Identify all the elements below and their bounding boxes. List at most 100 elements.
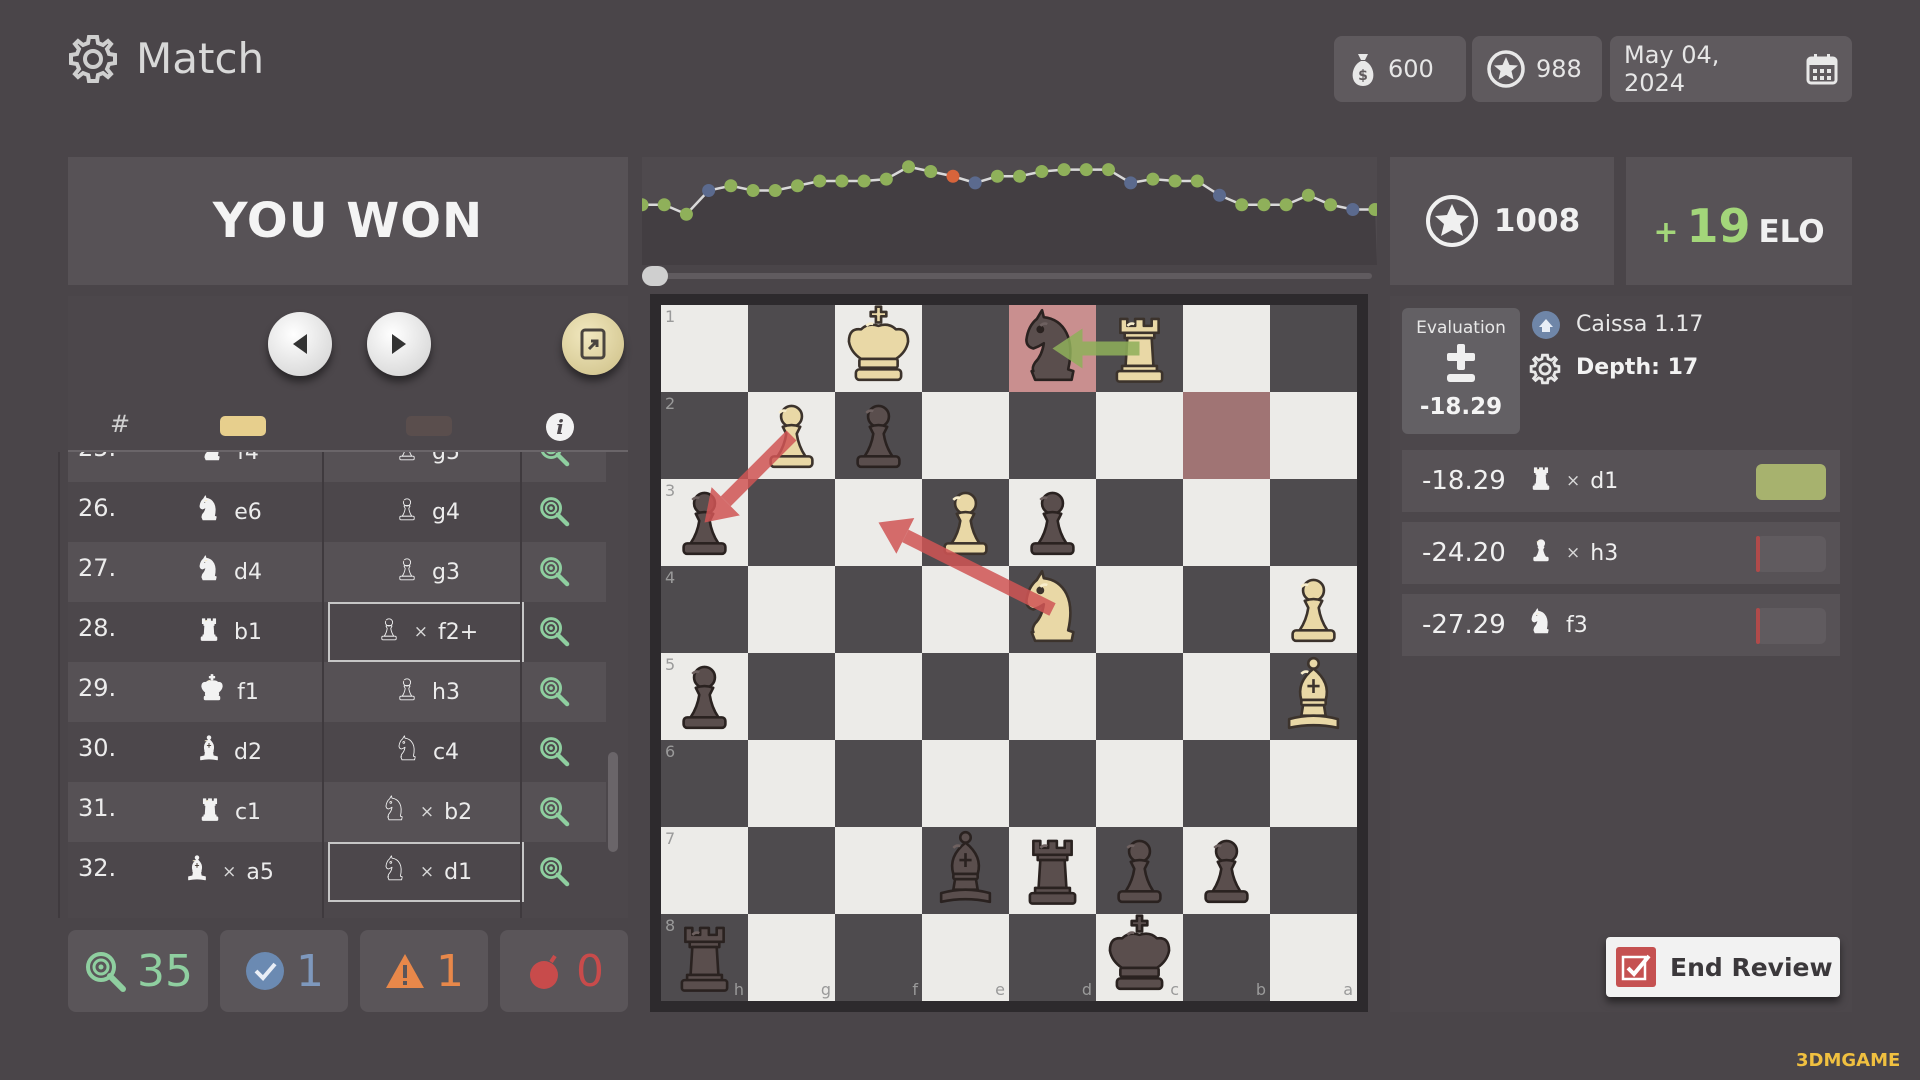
square-h1[interactable]: 1 <box>661 305 748 392</box>
square-f6[interactable] <box>835 740 922 827</box>
white-move-cell[interactable]: × a5 <box>128 842 328 902</box>
analyze-move-icon[interactable] <box>538 615 570 651</box>
black-rook-piece[interactable] <box>1009 827 1096 914</box>
move-row[interactable]: 31. c1 × b2 <box>68 782 606 842</box>
black-move-cell[interactable]: g4 <box>328 482 524 542</box>
square-c4[interactable] <box>1096 566 1183 653</box>
square-g5[interactable] <box>748 653 835 740</box>
white-move-cell[interactable]: d2 <box>128 722 328 782</box>
move-row[interactable]: 30. d2 c4 <box>68 722 606 782</box>
square-h8[interactable]: 8h <box>661 914 748 1001</box>
move-row[interactable]: 26. e6 g4 <box>68 482 606 542</box>
engine-line[interactable]: -18.29 × d1 <box>1402 450 1840 512</box>
square-b1[interactable] <box>1183 305 1270 392</box>
white-move-cell[interactable]: c1 <box>128 782 328 842</box>
square-h4[interactable]: 4 <box>661 566 748 653</box>
square-d8[interactable]: d <box>1009 914 1096 1001</box>
square-e4[interactable] <box>922 566 1009 653</box>
move-slider-track[interactable] <box>642 273 1372 279</box>
square-e5[interactable] <box>922 653 1009 740</box>
info-icon[interactable]: i <box>546 413 574 441</box>
evaluation-graph[interactable] <box>635 157 1382 265</box>
square-c6[interactable] <box>1096 740 1183 827</box>
square-b2[interactable] <box>1183 392 1270 479</box>
square-f7[interactable] <box>835 827 922 914</box>
black-move-cell[interactable]: × f2+ <box>328 602 524 662</box>
square-f8[interactable]: f <box>835 914 922 1001</box>
white-move-cell[interactable]: d4 <box>128 542 328 602</box>
white-knight-piece[interactable] <box>1009 566 1096 653</box>
square-d2[interactable] <box>1009 392 1096 479</box>
square-h2[interactable]: 2 <box>661 392 748 479</box>
square-a2[interactable] <box>1270 392 1357 479</box>
square-e2[interactable] <box>922 392 1009 479</box>
white-pawn-piece[interactable] <box>1270 566 1357 653</box>
square-e7[interactable] <box>922 827 1009 914</box>
square-b3[interactable] <box>1183 479 1270 566</box>
square-d6[interactable] <box>1009 740 1096 827</box>
square-b8[interactable]: b <box>1183 914 1270 1001</box>
square-c2[interactable] <box>1096 392 1183 479</box>
move-row[interactable]: 32. × a5 × d1 <box>68 842 606 902</box>
square-c5[interactable] <box>1096 653 1183 740</box>
square-c1[interactable] <box>1096 305 1183 392</box>
square-h6[interactable]: 6 <box>661 740 748 827</box>
move-list[interactable]: 25. f4 g5 26. e6 g4 27. d4 g3 28. b1 × f2+ 29. f1 h3 30.… <box>68 452 606 917</box>
analyze-move-icon[interactable] <box>538 795 570 831</box>
square-e3[interactable] <box>922 479 1009 566</box>
square-g4[interactable] <box>748 566 835 653</box>
white-move-cell[interactable]: f4 <box>128 452 328 482</box>
square-f5[interactable] <box>835 653 922 740</box>
white-move-cell[interactable]: b1 <box>128 602 328 662</box>
black-knight-piece[interactable] <box>1009 305 1096 392</box>
analyze-move-icon[interactable] <box>538 555 570 591</box>
analyze-move-icon[interactable] <box>538 735 570 771</box>
square-c7[interactable] <box>1096 827 1183 914</box>
black-pawn-piece[interactable] <box>1183 827 1270 914</box>
black-move-cell[interactable]: g3 <box>328 542 524 602</box>
analyze-move-icon[interactable] <box>538 495 570 531</box>
square-f4[interactable] <box>835 566 922 653</box>
white-pawn-piece[interactable] <box>748 392 835 479</box>
square-g7[interactable] <box>748 827 835 914</box>
end-review-button[interactable]: End Review <box>1606 937 1840 997</box>
export-pgn-button[interactable] <box>562 313 624 375</box>
move-slider-thumb[interactable] <box>642 266 668 286</box>
move-row[interactable]: 25. f4 g5 <box>68 452 606 482</box>
analyze-move-icon[interactable] <box>538 452 570 471</box>
black-move-cell[interactable]: × b2 <box>328 782 524 842</box>
square-f2[interactable] <box>835 392 922 479</box>
previous-move-button[interactable] <box>268 312 332 376</box>
square-f3[interactable] <box>835 479 922 566</box>
square-g6[interactable] <box>748 740 835 827</box>
engine-line[interactable]: -24.20 × h3 <box>1402 522 1840 584</box>
white-bishop-piece[interactable] <box>1270 653 1357 740</box>
square-a4[interactable] <box>1270 566 1357 653</box>
white-king-piece[interactable] <box>835 305 922 392</box>
square-a1[interactable] <box>1270 305 1357 392</box>
black-king-piece[interactable] <box>1096 914 1183 1001</box>
white-rook-piece[interactable] <box>1096 305 1183 392</box>
black-pawn-piece[interactable] <box>1009 479 1096 566</box>
black-move-cell[interactable]: × d1 <box>328 842 524 902</box>
square-d5[interactable] <box>1009 653 1096 740</box>
analyze-move-icon[interactable] <box>538 675 570 711</box>
square-a5[interactable] <box>1270 653 1357 740</box>
black-pawn-piece[interactable] <box>661 479 748 566</box>
settings-gear-icon[interactable] <box>66 32 120 86</box>
black-rook-piece[interactable] <box>661 914 748 1001</box>
black-move-cell[interactable]: c4 <box>328 722 524 782</box>
black-pawn-piece[interactable] <box>1096 827 1183 914</box>
square-e1[interactable] <box>922 305 1009 392</box>
square-a8[interactable]: a <box>1270 914 1357 1001</box>
square-d4[interactable] <box>1009 566 1096 653</box>
black-bishop-piece[interactable] <box>922 827 1009 914</box>
black-pawn-piece[interactable] <box>661 653 748 740</box>
square-e8[interactable]: e <box>922 914 1009 1001</box>
square-g1[interactable] <box>748 305 835 392</box>
square-g8[interactable]: g <box>748 914 835 1001</box>
engine-settings-gear-icon[interactable] <box>1528 352 1562 386</box>
square-b4[interactable] <box>1183 566 1270 653</box>
analyze-move-icon[interactable] <box>538 855 570 891</box>
square-a6[interactable] <box>1270 740 1357 827</box>
